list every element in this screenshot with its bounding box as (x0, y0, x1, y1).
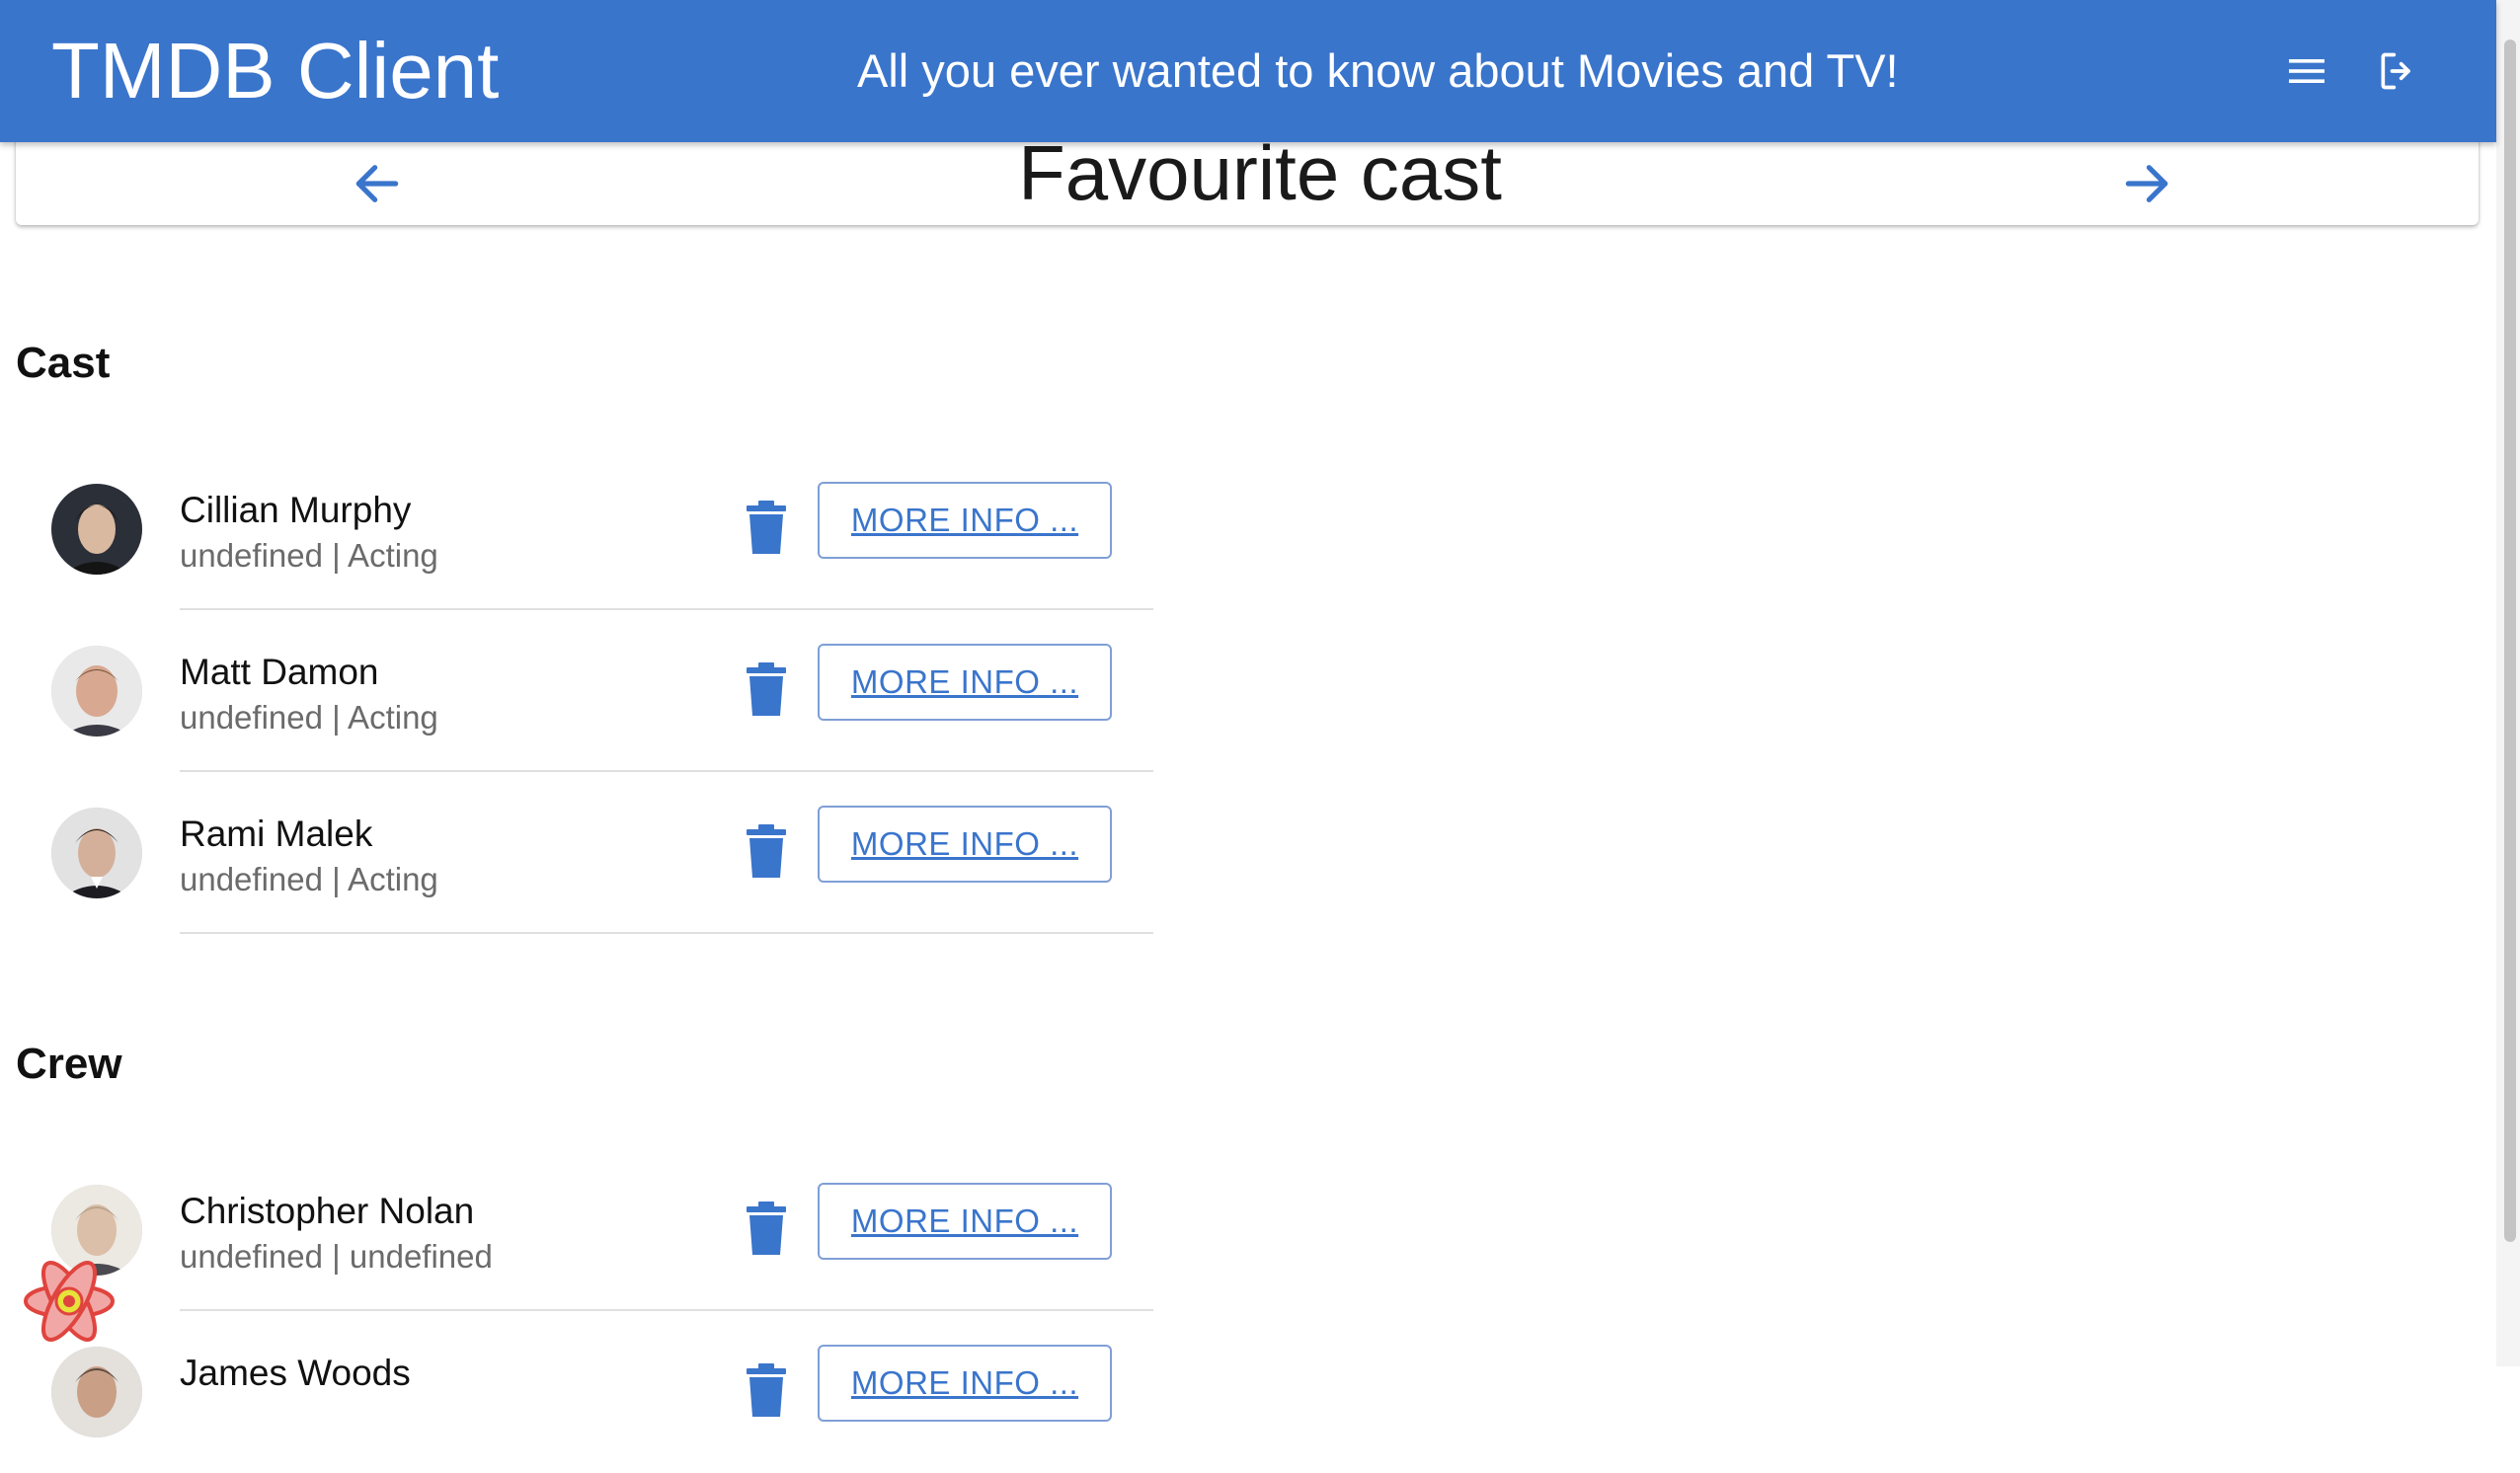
cast-row: Rami Malek undefined | Acting MORE INFO … (39, 772, 1153, 934)
avatar (51, 484, 142, 575)
person-subtitle: undefined | Acting (180, 861, 438, 897)
react-devtools-button[interactable] (20, 1252, 118, 1351)
person-name: Christopher Nolan (180, 1191, 475, 1231)
more-info-button[interactable]: MORE INFO ... (818, 1345, 1112, 1422)
trash-icon (747, 824, 786, 878)
person-name: James Woods (180, 1353, 411, 1393)
delete-button[interactable] (731, 492, 802, 563)
avatar (51, 646, 142, 736)
delete-button[interactable] (731, 1355, 802, 1426)
trash-icon (747, 1202, 786, 1255)
avatar (51, 808, 142, 898)
crew-row: Christopher Nolan undefined | undefined … (39, 1149, 1153, 1311)
app-title: TMDB Client (51, 27, 500, 115)
cast-section-title: Cast (16, 339, 111, 387)
menu-icon (2289, 59, 2324, 83)
trash-icon (747, 662, 786, 716)
cast-row: Matt Damon undefined | Acting MORE INFO … (39, 610, 1153, 772)
person-subtitle: undefined | Acting (180, 537, 438, 574)
row-divider (180, 932, 1153, 934)
trash-icon (747, 1363, 786, 1417)
app-tagline: All you ever wanted to know about Movies… (857, 44, 1899, 97)
crew-row: James Woods MORE INFO ... (39, 1311, 1153, 1473)
person-subtitle: undefined | undefined (180, 1238, 493, 1275)
delete-button[interactable] (731, 654, 802, 725)
app-bar: TMDB Client All you ever wanted to know … (0, 0, 2496, 142)
menu-button[interactable] (2279, 43, 2334, 99)
delete-button[interactable] (731, 815, 802, 887)
more-info-button[interactable]: MORE INFO ... (818, 1183, 1112, 1260)
scrollbar-thumb[interactable] (2504, 39, 2516, 1242)
person-subtitle: undefined | Acting (180, 699, 438, 736)
trash-icon (747, 501, 786, 554)
avatar (51, 1347, 142, 1437)
person-name: Matt Damon (180, 652, 379, 692)
crew-section-title: Crew (16, 1040, 122, 1088)
react-logo-icon (24, 1261, 115, 1342)
logout-button[interactable] (2370, 43, 2425, 99)
more-info-button[interactable]: MORE INFO ... (818, 644, 1112, 721)
more-info-button[interactable]: MORE INFO ... (818, 806, 1112, 883)
cast-row: Cillian Murphy undefined | Acting MORE I… (39, 448, 1153, 610)
person-name: Rami Malek (180, 814, 373, 854)
person-name: Cillian Murphy (180, 490, 412, 530)
more-info-button[interactable]: MORE INFO ... (818, 482, 1112, 559)
logout-icon (2381, 52, 2410, 90)
delete-button[interactable] (731, 1193, 802, 1264)
